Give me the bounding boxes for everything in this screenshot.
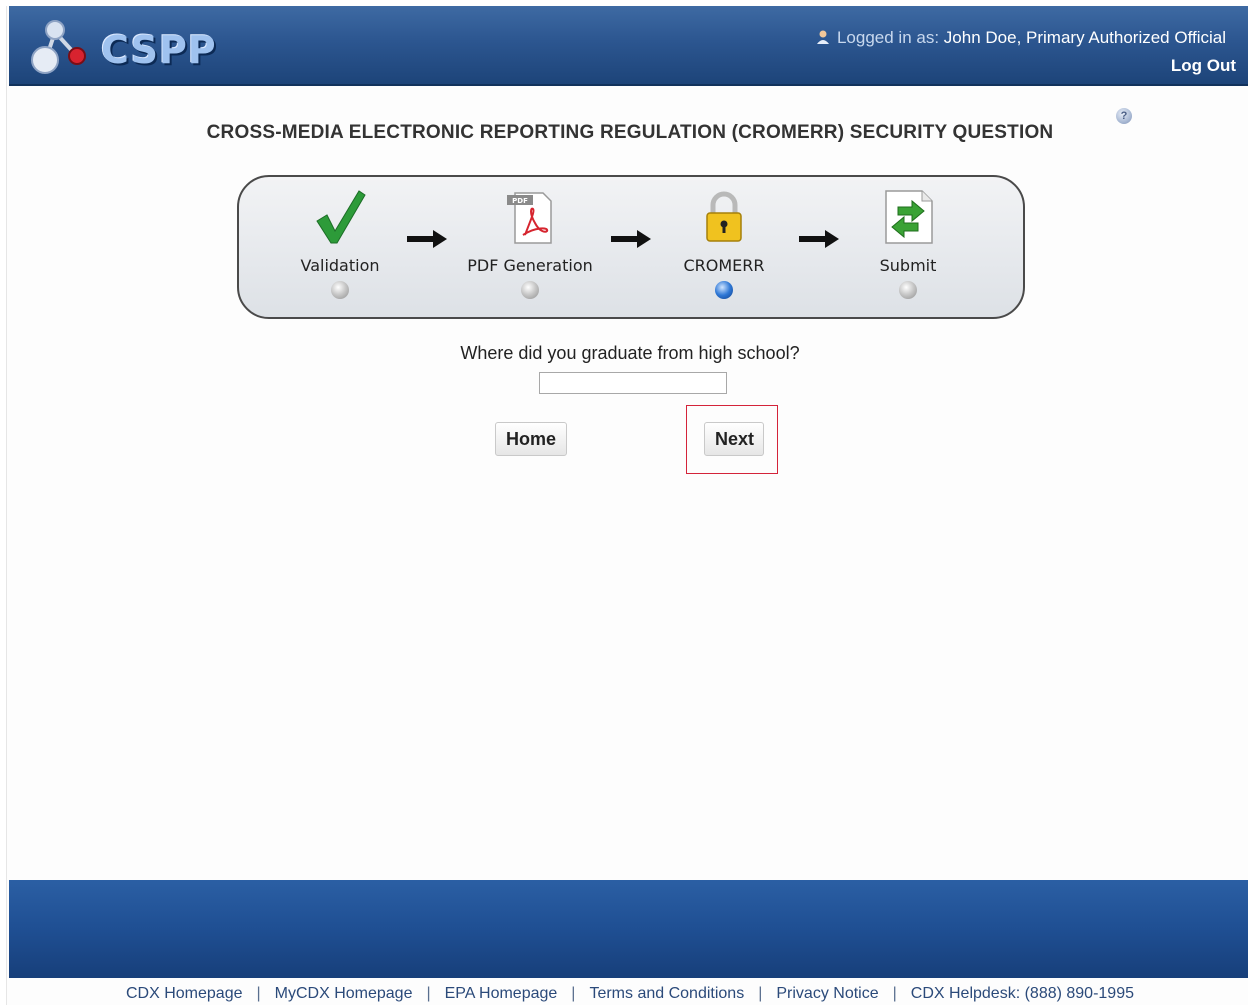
step-status-dot-active <box>715 281 733 299</box>
logged-in-info: Logged in as: John Doe, Primary Authoriz… <box>815 28 1226 50</box>
logged-in-user: John Doe, Primary Authorized Official <box>943 28 1226 47</box>
page-title: CROSS-MEDIA ELECTRONIC REPORTING REGULAT… <box>206 122 1054 143</box>
header-bar: CSPP Logged in as: John Doe, Primary Aut… <box>9 6 1248 86</box>
footer-link-helpdesk[interactable]: CDX Helpdesk: (888) 890-1995 <box>911 985 1134 1002</box>
cspp-logo: CSPP <box>25 14 225 80</box>
next-button[interactable]: Next <box>704 422 764 456</box>
footer-separator: | <box>758 985 763 1002</box>
step-pdf-generation: PDF PDF Generation <box>455 189 605 299</box>
arrow-right-icon <box>407 230 447 248</box>
step-status-dot <box>521 281 539 299</box>
step-validation: Validation <box>265 189 415 299</box>
home-button[interactable]: Home <box>495 422 567 456</box>
footer-links: CDX Homepage | MyCDX Homepage | EPA Homepage… <box>0 985 1248 1003</box>
footer-separator: | <box>426 985 431 1002</box>
step-label: Submit <box>879 256 937 275</box>
logo-text: CSPP <box>101 28 217 72</box>
footer-link-epa-homepage[interactable]: EPA Homepage <box>445 985 558 1002</box>
user-icon <box>815 29 831 50</box>
step-status-dot <box>331 281 349 299</box>
footer-separator: | <box>256 985 261 1002</box>
logout-link[interactable]: Log Out <box>1171 56 1236 76</box>
green-checkmark-icon <box>316 190 366 244</box>
svg-text:PDF: PDF <box>512 197 528 205</box>
submit-document-arrow-icon <box>885 190 933 244</box>
page-frame <box>6 6 1248 1005</box>
padlock-icon <box>706 191 742 242</box>
progress-steps: Validation PDF PDF Generation CROMERR Su… <box>237 175 1025 319</box>
footer-separator: | <box>571 985 576 1002</box>
step-label: CROMERR <box>683 256 765 275</box>
footer-link-privacy[interactable]: Privacy Notice <box>776 985 878 1002</box>
step-cromerr: CROMERR <box>649 189 799 299</box>
footer-separator: | <box>892 985 897 1002</box>
footer-link-mycdx-homepage[interactable]: MyCDX Homepage <box>275 985 413 1002</box>
step-label: PDF Generation <box>467 256 593 275</box>
footer-link-cdx-homepage[interactable]: CDX Homepage <box>126 985 243 1002</box>
security-question: Where did you graduate from high school? <box>460 343 800 363</box>
step-status-dot <box>899 281 917 299</box>
footer-band <box>9 880 1248 978</box>
arrow-right-icon <box>611 230 651 248</box>
step-label: Validation <box>300 256 380 275</box>
footer-link-terms[interactable]: Terms and Conditions <box>589 985 744 1002</box>
security-answer-input[interactable] <box>539 372 727 394</box>
molecule-icon <box>31 20 86 74</box>
step-submit: Submit <box>833 189 983 299</box>
logged-in-prefix: Logged in as: <box>836 28 940 47</box>
pdf-document-icon: PDF <box>507 192 552 244</box>
